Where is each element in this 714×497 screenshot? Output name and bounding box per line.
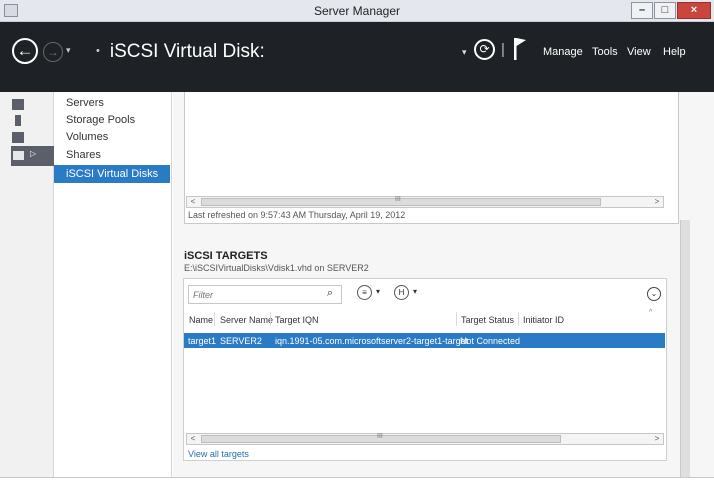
history-dropdown-icon[interactable]: ▾ [66, 45, 71, 56]
cell-target-status: Not Connected [460, 336, 521, 346]
sort-caret-icon: ^ [649, 309, 653, 316]
breadcrumb: • iSCSI Virtual Disk: [96, 41, 265, 63]
forward-button[interactable]: → [43, 42, 63, 62]
header-divider: | [501, 41, 505, 58]
column-separator[interactable] [214, 312, 215, 326]
column-header-target-status[interactable]: Target Status [461, 315, 514, 325]
subnav-item-volumes[interactable]: Volumes [54, 128, 170, 146]
window-title: Server Manager [313, 4, 401, 18]
subnav-item-iscsi-virtual-disks[interactable]: iSCSI Virtual Disks [54, 165, 170, 183]
menu-view[interactable]: View [627, 46, 651, 58]
menu-tools[interactable]: Tools [592, 46, 618, 58]
scroll-thumb[interactable] [201, 198, 601, 206]
refresh-button[interactable]: ⟳ [474, 39, 495, 60]
close-button[interactable]: × [677, 2, 711, 19]
breadcrumb-current[interactable]: iSCSI Virtual Disk: [110, 41, 265, 62]
menu-help[interactable]: Help [663, 46, 686, 58]
expand-icon[interactable]: ⌄ [647, 287, 661, 301]
dashboard-icon[interactable] [12, 99, 24, 110]
menu-manage[interactable]: Manage [543, 46, 583, 58]
filter-input[interactable] [193, 288, 318, 301]
all-servers-icon[interactable] [12, 132, 24, 143]
cell-server-name: SERVER2 [220, 336, 262, 346]
cell-name: target1 [188, 336, 217, 346]
subnav-item-storage-pools[interactable]: Storage Pools [54, 111, 170, 129]
header-bar: ← → ▾ • iSCSI Virtual Disk: ▾ ⟳ | Manage … [0, 22, 714, 92]
column-header-server-name[interactable]: Server Name [220, 315, 273, 325]
local-server-icon[interactable] [15, 115, 21, 126]
back-button[interactable]: ← [12, 38, 38, 64]
save-query-icon[interactable]: H [394, 285, 409, 300]
sub-nav: Servers Storage Pools Volumes Shares iSC… [54, 92, 172, 477]
targets-horizontal-scrollbar[interactable]: < III > [186, 433, 664, 445]
targets-section-subtitle: E:\iSCSIVirtualDisks\Vdisk1.vhd on SERVE… [184, 263, 369, 273]
breadcrumb-dropdown-icon[interactable]: ▾ [462, 47, 467, 58]
scroll-left-icon[interactable]: < [187, 434, 199, 444]
notifications-flag-icon[interactable] [513, 37, 527, 61]
file-storage-services-icon[interactable] [11, 146, 54, 166]
subnav-item-shares[interactable]: Shares [54, 146, 170, 164]
last-refreshed-text: Last refreshed on 9:57:43 AM Thursday, A… [188, 210, 406, 220]
scroll-right-icon[interactable]: > [651, 434, 663, 444]
column-header-initiator-id[interactable]: Initiator ID [523, 315, 564, 325]
save-query-dropdown-icon[interactable]: ▾ [413, 287, 417, 296]
top-horizontal-scrollbar[interactable]: < III > [186, 196, 664, 208]
list-view-dropdown-icon[interactable]: ▾ [376, 287, 380, 296]
column-separator[interactable] [456, 312, 457, 326]
scroll-grip-icon: III [377, 433, 383, 440]
search-icon[interactable]: ⌕ [327, 287, 333, 300]
filter-box[interactable]: ⌕ [188, 285, 342, 304]
scroll-grip-icon: III [395, 196, 401, 203]
column-header-name[interactable]: Name [189, 315, 213, 325]
maximize-button[interactable]: □ [654, 2, 676, 19]
title-bar: Server Manager – □ × [0, 0, 714, 22]
column-header-target-iqn[interactable]: Target IQN [275, 315, 319, 325]
subnav-item-servers[interactable]: Servers [54, 94, 170, 112]
scroll-right-icon[interactable]: > [651, 197, 663, 207]
breadcrumb-separator-icon: • [96, 45, 100, 57]
list-view-icon[interactable]: ≡ [357, 285, 372, 300]
column-separator[interactable] [518, 312, 519, 326]
column-separator[interactable] [270, 312, 271, 326]
cell-target-iqn: iqn.1991-05.com.microsoftserver2-target1… [275, 336, 469, 346]
minimize-button[interactable]: – [631, 2, 653, 19]
window-bottom-edge [0, 477, 714, 497]
targets-section-title: iSCSI TARGETS [184, 250, 268, 262]
view-all-targets-link[interactable]: View all targets [188, 449, 249, 459]
main-vertical-scrollbar[interactable] [680, 220, 690, 477]
left-nav [0, 92, 54, 477]
scroll-left-icon[interactable]: < [187, 197, 199, 207]
